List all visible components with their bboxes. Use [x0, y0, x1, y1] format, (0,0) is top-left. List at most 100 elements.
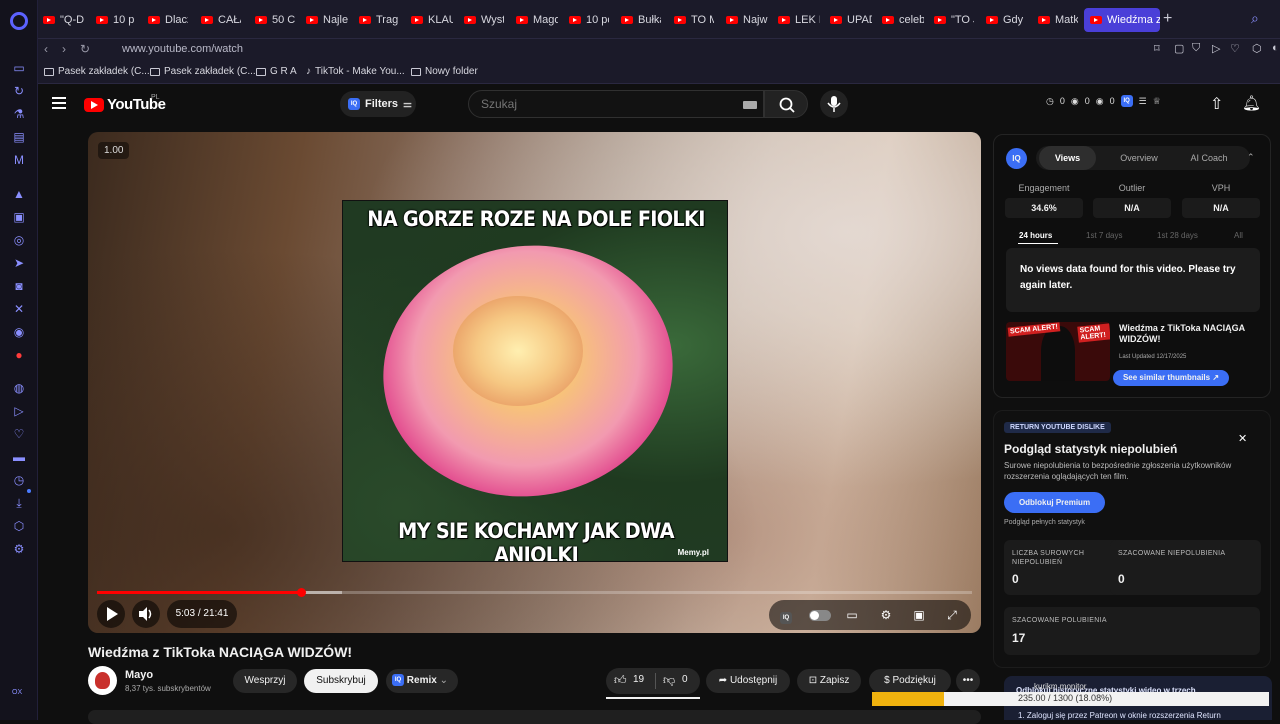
- tab[interactable]: KLAU: [411, 8, 453, 32]
- tab[interactable]: Najle: [306, 8, 348, 32]
- notifications-bell-icon[interactable]: 🔔︎: [1242, 94, 1261, 112]
- wallet-icon[interactable]: ▬: [11, 449, 27, 465]
- like-count[interactable]: 19: [633, 674, 644, 685]
- tab[interactable]: "Q-D: [43, 8, 85, 32]
- trophy-icon[interactable]: ♕: [1153, 96, 1161, 107]
- reload-icon[interactable]: ↻: [80, 42, 90, 56]
- tab[interactable]: 10 pr: [96, 8, 134, 32]
- more-actions-button[interactable]: •••: [956, 669, 980, 693]
- extensions-icon[interactable]: ⬡: [11, 518, 27, 534]
- search-input[interactable]: [481, 97, 721, 111]
- bookmark-folder[interactable]: Pasek zakładek (C...: [44, 66, 150, 77]
- vidiq-icon[interactable]: IQ: [1120, 95, 1133, 107]
- bookmark-folder[interactable]: Pasek zakładek (C...: [150, 66, 256, 77]
- search-button[interactable]: [764, 90, 808, 118]
- pinboard-icon[interactable]: ▤: [11, 129, 27, 145]
- channel-avatar[interactable]: [88, 666, 117, 695]
- progress-scrubber[interactable]: [296, 588, 306, 597]
- profile-icon[interactable]: ◐: [1272, 42, 1279, 54]
- tab[interactable]: Dlacz: [148, 8, 188, 32]
- tab[interactable]: 50 C: [255, 8, 295, 32]
- support-button[interactable]: Wesprzyj: [233, 669, 297, 693]
- list-icon[interactable]: ☰: [1139, 96, 1147, 107]
- bookmark-folder[interactable]: G R A: [256, 66, 297, 77]
- subtitles-icon[interactable]: ▭: [844, 607, 860, 623]
- period-all[interactable]: All: [1234, 231, 1243, 240]
- tab[interactable]: Mago: [516, 8, 558, 32]
- new-tab-icon[interactable]: +: [1163, 10, 1172, 28]
- description-box[interactable]: [88, 710, 981, 724]
- close-icon[interactable]: ✕: [1238, 432, 1247, 445]
- discord-icon[interactable]: ◉: [11, 324, 27, 340]
- filters-button[interactable]: IQ Filters ⚌: [340, 91, 416, 117]
- tab[interactable]: TO M: [674, 8, 714, 32]
- tab[interactable]: 10 po: [569, 8, 609, 32]
- thanks-button[interactable]: $ Podziękuj: [869, 669, 951, 693]
- ai-icon[interactable]: ⚗: [11, 106, 27, 122]
- play-button[interactable]: [97, 600, 125, 628]
- bookmark-icon[interactable]: ⌑: [1154, 42, 1160, 55]
- tab-overview[interactable]: Overview: [1106, 146, 1172, 170]
- extensions-puzzle-icon[interactable]: ⬡: [1252, 42, 1262, 55]
- tab[interactable]: Trag: [359, 8, 401, 32]
- period-7d[interactable]: 1st 7 days: [1086, 231, 1122, 240]
- send-icon[interactable]: ▷: [11, 403, 27, 419]
- autoplay-toggle[interactable]: [809, 610, 831, 621]
- period-28d[interactable]: 1st 28 days: [1157, 231, 1198, 240]
- spotify-icon[interactable]: ◍: [11, 380, 27, 396]
- volume-button[interactable]: [132, 600, 160, 628]
- history-icon[interactable]: ◷: [11, 472, 27, 488]
- channel-name[interactable]: Mayo: [125, 669, 153, 681]
- tab[interactable]: LEK N: [778, 8, 820, 32]
- miniplayer-icon[interactable]: ▣: [911, 607, 927, 623]
- bookmark-folder[interactable]: Nowy folder: [411, 66, 478, 77]
- upload-icon[interactable]: ⇧: [1210, 94, 1223, 114]
- heart-icon[interactable]: ♡: [11, 426, 27, 442]
- messenger-m-icon[interactable]: M: [11, 152, 27, 168]
- downloads-icon[interactable]: ⤓: [11, 495, 27, 511]
- video-player[interactable]: 1.00 NA GORZE ROZE NA DOLE FIOLKI MY SIE…: [88, 132, 981, 633]
- tab[interactable]: Matk: [1038, 8, 1078, 32]
- video-thumbnail[interactable]: SCAM ALERT! SCAM ALERT!: [1006, 322, 1110, 381]
- settings-icon[interactable]: ⚙: [11, 541, 27, 557]
- remix-button[interactable]: IQ Remix ⌄: [386, 669, 458, 693]
- progress-bar[interactable]: [97, 588, 972, 597]
- vpn-icon[interactable]: ▷: [1212, 42, 1220, 55]
- refresh-icon[interactable]: ↻: [11, 83, 27, 99]
- tab[interactable]: Wyst: [464, 8, 504, 32]
- subscribe-button[interactable]: Subskrybuj: [304, 669, 378, 693]
- heart-icon[interactable]: ♡: [1230, 42, 1240, 55]
- opera-logo-icon[interactable]: [10, 12, 28, 30]
- twitch-icon[interactable]: ▣: [11, 209, 27, 225]
- voice-search-button[interactable]: [820, 90, 848, 118]
- bookmark-tiktok[interactable]: ♪ TikTok - Make You...: [306, 66, 405, 77]
- like-icon[interactable]: 👍︎: [614, 673, 627, 688]
- ublock-icon[interactable]: ●: [11, 347, 27, 363]
- back-icon[interactable]: ‹: [44, 42, 48, 56]
- period-24h[interactable]: 24 hours: [1019, 231, 1052, 240]
- url-field[interactable]: www.youtube.com/watch: [122, 43, 243, 55]
- dislike-count[interactable]: 0: [682, 674, 688, 685]
- fullscreen-icon[interactable]: ⤢: [944, 607, 960, 623]
- tab-views[interactable]: Views: [1039, 146, 1096, 170]
- tab[interactable]: CAŁA: [201, 8, 241, 32]
- menu-icon[interactable]: [52, 97, 66, 109]
- dislike-icon[interactable]: 👎︎: [663, 673, 675, 688]
- tab[interactable]: Gdy p: [986, 8, 1026, 32]
- vidiq-icon[interactable]: IQ: [778, 607, 794, 624]
- similar-thumbnails-button[interactable]: See similar thumbnails ↗: [1113, 370, 1229, 386]
- forward-icon[interactable]: ›: [62, 42, 66, 56]
- keyboard-icon[interactable]: [743, 101, 757, 109]
- workspace-icon[interactable]: ▭: [11, 60, 27, 76]
- tab-search-icon[interactable]: ⌕: [1251, 10, 1259, 27]
- snapshot-icon[interactable]: ▢: [1174, 42, 1184, 55]
- x-icon[interactable]: ✕: [11, 301, 27, 317]
- tab-ai-coach[interactable]: AI Coach: [1174, 146, 1244, 170]
- aria-icon[interactable]: ▲: [11, 186, 27, 202]
- share-button[interactable]: ➦ Udostępnij: [706, 669, 790, 693]
- tab[interactable]: Najw: [726, 8, 768, 32]
- telegram-icon[interactable]: ➤: [11, 255, 27, 271]
- tab[interactable]: celeb: [882, 8, 924, 32]
- tab-active[interactable]: Wiedźma z: [1084, 8, 1160, 32]
- messenger-icon[interactable]: ◎: [11, 232, 27, 248]
